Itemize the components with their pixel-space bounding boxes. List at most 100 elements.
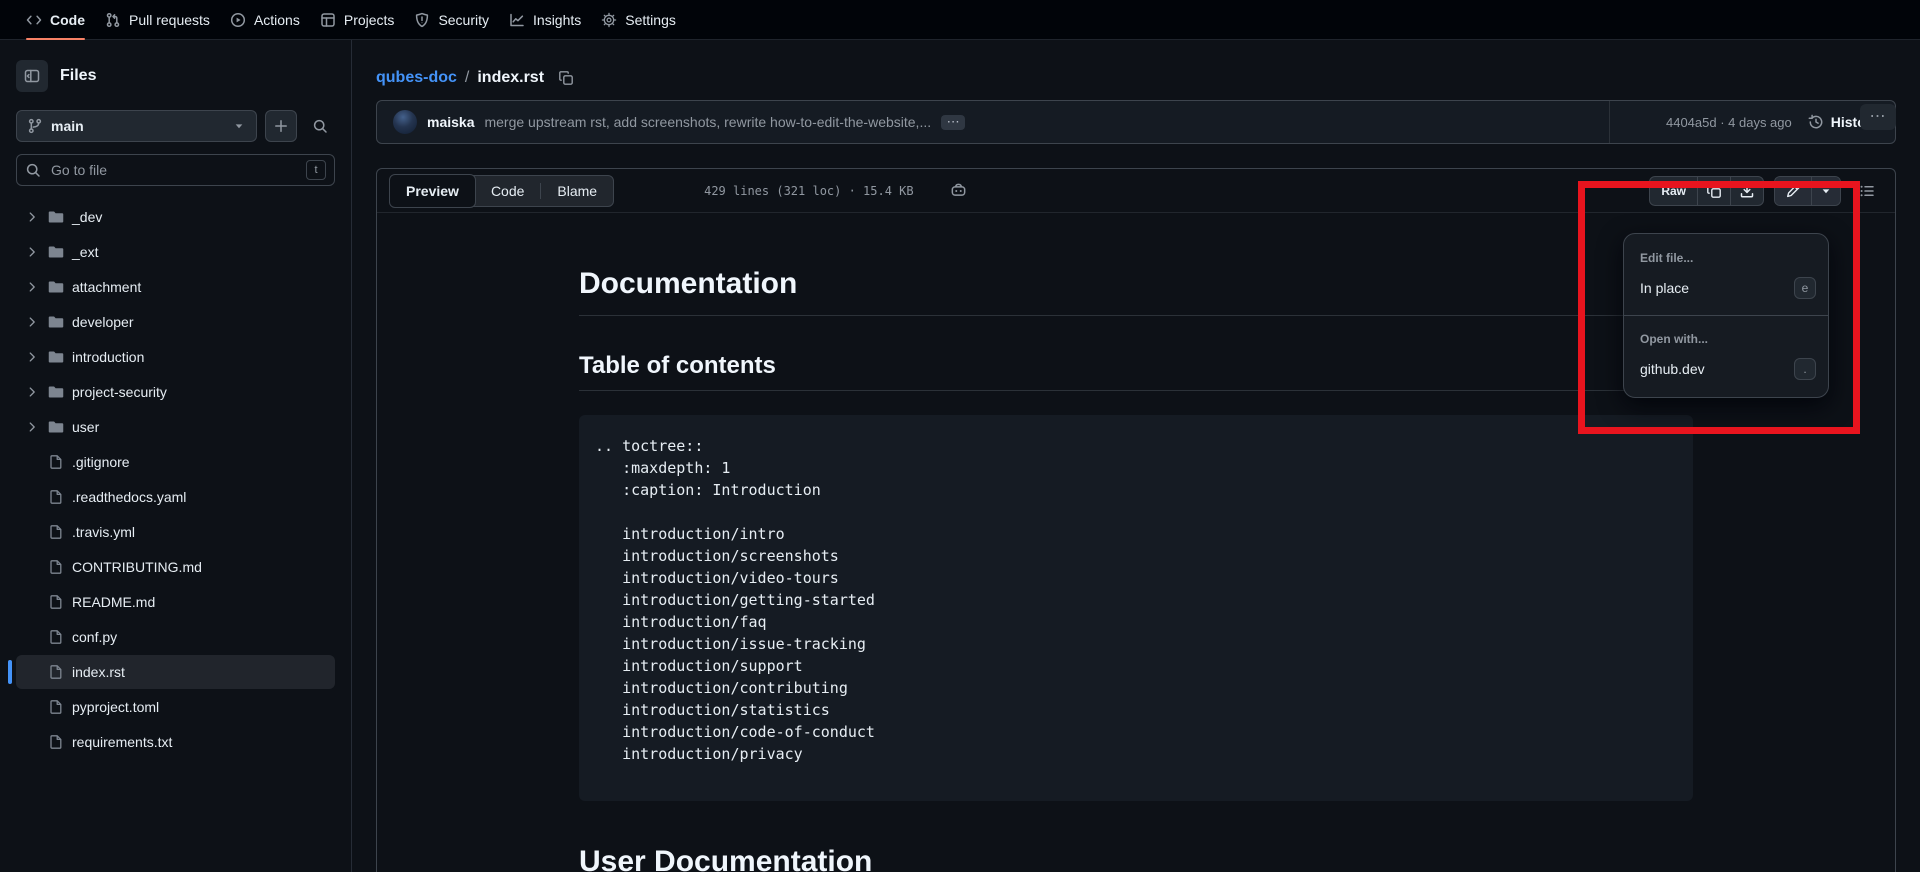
commit-message-expand-button[interactable]: ⋯ — [941, 115, 965, 130]
menu-item-github-dev[interactable]: github.dev . — [1624, 349, 1828, 389]
tab-code[interactable]: Code — [475, 175, 540, 207]
body-row: Files main — [0, 40, 1920, 872]
search-tree-button[interactable] — [305, 110, 335, 142]
edit-dropdown-button[interactable] — [1811, 177, 1840, 205]
chevron-right-icon[interactable] — [24, 245, 40, 259]
branch-name: main — [51, 118, 84, 134]
commit-message[interactable]: merge upstream rst, add screenshots, rew… — [484, 114, 931, 130]
list-unordered-icon — [1859, 183, 1875, 199]
tree-item-label: README.md — [72, 594, 155, 610]
projects-icon — [320, 12, 336, 28]
folder-icon — [48, 384, 64, 400]
file-header-toolbar: Preview Code Blame 429 lines (321 loc) ·… — [377, 169, 1895, 213]
chevron-right-icon[interactable] — [24, 350, 40, 364]
copy-file-button[interactable] — [1697, 177, 1730, 205]
tree-item-ext[interactable]: _ext — [16, 235, 335, 269]
chevron-down-icon — [1819, 184, 1833, 198]
tab-preview[interactable]: Preview — [389, 174, 476, 208]
tree-item-gitignore[interactable]: .gitignore — [16, 445, 335, 479]
shortcut-badge-period: . — [1794, 358, 1816, 380]
tree-item-label: _dev — [72, 209, 102, 225]
latest-commit-bar: maiska merge upstream rst, add screensho… — [376, 100, 1896, 144]
pencil-icon — [1785, 183, 1801, 199]
file-icon — [48, 559, 64, 575]
nav-item-settings[interactable]: Settings — [591, 0, 686, 40]
go-to-file-input[interactable] — [49, 161, 298, 179]
download-raw-button[interactable] — [1730, 177, 1763, 205]
download-icon — [1739, 183, 1755, 199]
shortcut-badge-e: e — [1794, 277, 1816, 299]
file-tree: _dev _extattachmentdeveloperintroduction p… — [16, 200, 335, 759]
chevron-right-icon[interactable] — [24, 280, 40, 294]
tree-item-label: project-security — [72, 384, 167, 400]
tab-blame[interactable]: Blame — [541, 175, 613, 207]
file-actions-kebab-button[interactable]: ⋯ — [1860, 104, 1896, 130]
tree-item-label: conf.py — [72, 629, 117, 645]
doc-heading-user-documentation: User Documentation — [579, 845, 1693, 872]
tree-item-label: CONTRIBUTING.md — [72, 559, 202, 575]
tree-item-travis-yml[interactable]: .travis.yml — [16, 515, 335, 549]
tree-item-requirements-txt[interactable]: requirements.txt — [16, 725, 335, 759]
tree-item-dev[interactable]: _dev — [16, 200, 335, 234]
tree-item-attachment[interactable]: attachment — [16, 270, 335, 304]
branch-row: main — [16, 110, 335, 142]
breadcrumb-repo-link[interactable]: qubes-doc — [376, 69, 457, 87]
menu-item-in-place[interactable]: In place e — [1624, 268, 1828, 308]
tree-item-pyproject-toml[interactable]: pyproject.toml — [16, 690, 335, 724]
main-content: qubes-doc / index.rst ⋯ maiska merge ups… — [352, 40, 1920, 872]
doc-heading-toc: Table of contents — [579, 352, 1693, 391]
nav-item-projects[interactable]: Projects — [310, 0, 405, 40]
chevron-right-icon[interactable] — [24, 420, 40, 434]
kebab-horizontal-icon: ⋯ — [1870, 112, 1887, 122]
toctree-code: .. toctree:: :maxdepth: 1 :caption: Intr… — [595, 437, 875, 763]
folder-icon — [48, 209, 64, 225]
tree-item-developer[interactable]: developer — [16, 305, 335, 339]
files-sidebar: Files main — [0, 40, 352, 872]
tree-item-readthedocs-yaml[interactable]: .readthedocs.yaml — [16, 480, 335, 514]
edit-button-group — [1774, 176, 1841, 206]
raw-button[interactable]: Raw — [1650, 177, 1697, 205]
edit-file-button[interactable] — [1775, 177, 1811, 205]
tree-item-project-security[interactable]: project-security — [16, 375, 335, 409]
tree-item-index-rst[interactable]: index.rst — [16, 655, 335, 689]
outline-button[interactable] — [1851, 175, 1883, 207]
commit-author[interactable]: maiska — [427, 114, 474, 130]
toctree-code-block: .. toctree:: :maxdepth: 1 :caption: Intr… — [579, 415, 1693, 801]
search-icon — [25, 162, 41, 178]
nav-item-insights[interactable]: Insights — [499, 0, 591, 40]
commit-meta: 4404a5d · 4 days ago History — [1609, 101, 1879, 143]
tree-item-readme-md[interactable]: README.md — [16, 585, 335, 619]
menu-divider — [1624, 315, 1828, 316]
chevron-right-icon[interactable] — [24, 315, 40, 329]
chevron-right-icon[interactable] — [24, 210, 40, 224]
chevron-right-icon[interactable] — [24, 385, 40, 399]
pull-request-icon — [105, 12, 121, 28]
copy-path-button[interactable] — [558, 70, 574, 86]
collapse-sidebar-button[interactable] — [16, 60, 48, 92]
tree-item-label: .travis.yml — [72, 524, 135, 540]
tree-item-user[interactable]: user — [16, 410, 335, 444]
nav-item-actions[interactable]: Actions — [220, 0, 310, 40]
copilot-icon — [950, 182, 967, 199]
breadcrumb-separator: / — [465, 69, 469, 87]
nav-item-label: Security — [438, 12, 489, 28]
branch-selector[interactable]: main — [16, 110, 257, 142]
nav-item-pull-requests[interactable]: Pull requests — [95, 0, 220, 40]
file-icon — [48, 489, 64, 505]
folder-icon — [48, 419, 64, 435]
plus-icon — [273, 118, 289, 134]
breadcrumb-file-name: index.rst — [477, 69, 544, 87]
nav-item-security[interactable]: Security — [404, 0, 499, 40]
tree-item-conf-py[interactable]: conf.py — [16, 620, 335, 654]
nav-item-code[interactable]: Code — [16, 0, 95, 40]
tree-item-introduction[interactable]: introduction — [16, 340, 335, 374]
file-actions: Raw — [1649, 175, 1883, 207]
chevron-down-icon — [232, 119, 246, 133]
nav-item-label: Projects — [344, 12, 395, 28]
file-icon — [48, 594, 64, 610]
copilot-button[interactable] — [950, 182, 967, 199]
tree-item-contributing-md[interactable]: CONTRIBUTING.md — [16, 550, 335, 584]
add-file-button[interactable] — [265, 110, 297, 142]
avatar[interactable] — [393, 110, 417, 134]
tree-item-label: requirements.txt — [72, 734, 172, 750]
